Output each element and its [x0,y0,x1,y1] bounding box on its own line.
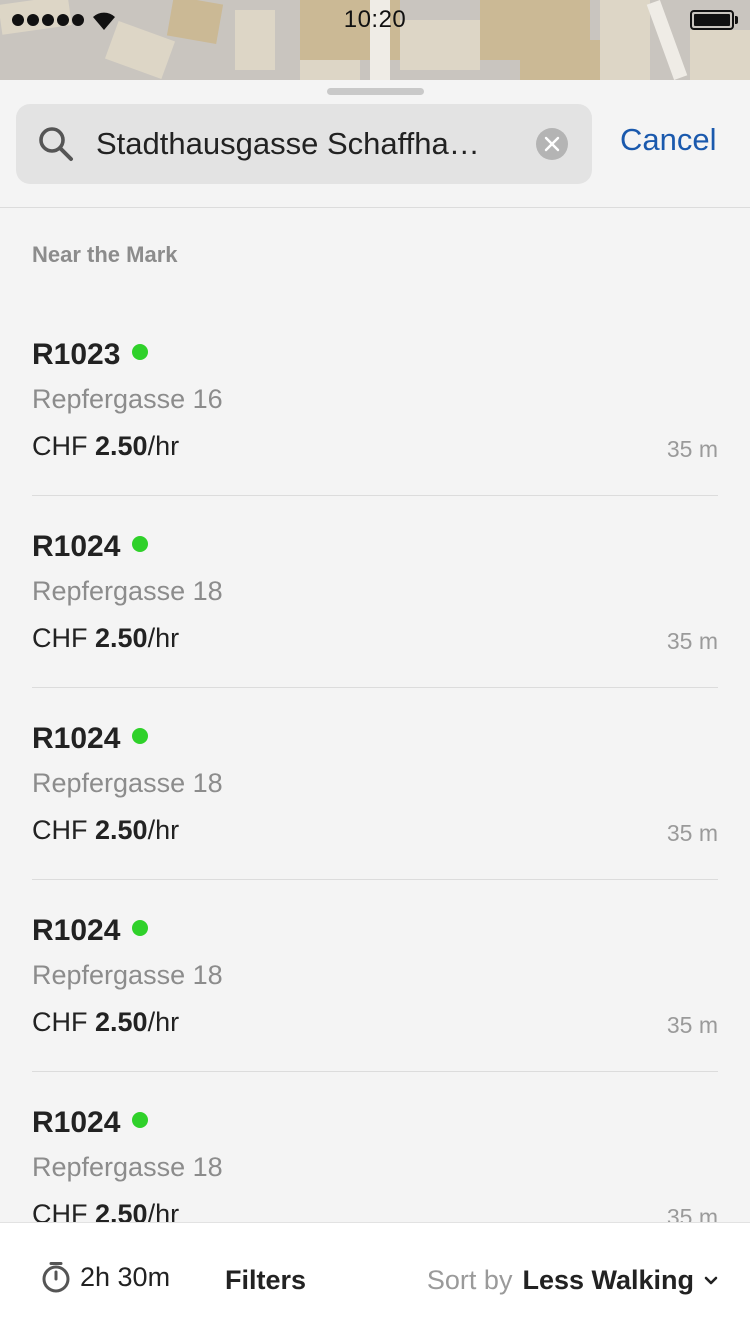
list-item[interactable]: R1024 Repfergasse 18 CHF 2.50/hr 35 m [32,880,718,1072]
availability-dot [132,728,149,744]
availability-dot [132,344,149,360]
price-rate: 2.50 [95,815,148,845]
divider [0,207,750,208]
spot-code: R1023 [32,338,121,371]
price-currency: CHF [32,431,88,461]
spot-price: CHF 2.50/hr [32,1007,179,1038]
spot-address: Repfergasse 18 [32,1152,223,1182]
sort-label: Sort by [426,1265,513,1295]
results-sheet: Cancel Near the Mark R1023 Repfergasse 1… [0,80,750,1334]
spot-price: CHF 2.50/hr [32,623,179,654]
price-currency: CHF [32,1199,88,1222]
duration-value: 2h 30m [80,1261,171,1292]
spot-price: CHF 2.50/hr [32,431,179,462]
filters-button[interactable]: Filters [225,1265,306,1296]
spot-price: CHF 2.50/hr [32,815,179,846]
duration-button[interactable]: 2h 30m [40,1261,170,1293]
spot-distance: 35 m [666,628,718,654]
clear-icon [544,136,560,152]
price-rate: 2.50 [95,431,148,461]
section-heading: Near the Mark [32,242,178,267]
spot-address: Repfergasse 18 [32,960,223,990]
cancel-button[interactable]: Cancel [620,122,717,158]
chevron-down-icon [704,1276,718,1284]
spot-distance: 35 m [666,820,718,846]
availability-dot [132,536,149,552]
spot-code-row: R1024 [32,722,149,756]
spot-code: R1024 [32,914,121,947]
sort-button[interactable]: Sort by Less Walking [427,1265,718,1296]
list-item[interactable]: R1023 Repfergasse 16 CHF 2.50/hr 35 m [32,304,718,496]
spot-price: CHF 2.50/hr [32,1199,179,1222]
availability-dot [132,920,149,936]
status-bar: 10:20 [0,0,750,40]
battery-icon [690,10,738,30]
sheet-grabber[interactable] [327,88,424,95]
spot-distance: 35 m [666,1204,718,1222]
stopwatch-icon [42,1262,70,1293]
price-rate: 2.50 [95,1199,148,1222]
sort-value: Less Walking [522,1265,694,1295]
list-item[interactable]: R1024 Repfergasse 18 CHF 2.50/hr 35 m [32,1072,718,1222]
price-unit: /hr [147,431,180,461]
search-input[interactable] [96,122,496,166]
results-list[interactable]: R1023 Repfergasse 16 CHF 2.50/hr 35 m R1… [0,304,750,1222]
price-rate: 2.50 [95,623,148,653]
spot-address: Repfergasse 18 [32,768,223,798]
bottom-toolbar: 2h 30m Filters Sort by Less Walking [0,1222,750,1334]
spot-code: R1024 [32,530,121,563]
price-unit: /hr [147,1199,180,1222]
spot-code-row: R1024 [32,530,149,564]
clear-search-button[interactable] [536,128,568,160]
price-unit: /hr [147,1007,180,1037]
spot-distance: 35 m [666,436,718,462]
spot-distance: 35 m [666,1012,718,1038]
signal-strength-icon [12,14,84,26]
search-bar[interactable] [16,104,592,184]
price-rate: 2.50 [95,1007,148,1037]
price-currency: CHF [32,1007,88,1037]
availability-dot [132,1112,149,1128]
spot-code-row: R1024 [32,914,149,948]
spot-code-row: R1023 [32,338,149,372]
spot-address: Repfergasse 16 [32,384,223,414]
price-unit: /hr [147,815,180,845]
price-unit: /hr [147,623,180,653]
spot-code: R1024 [32,722,121,755]
price-currency: CHF [32,623,88,653]
list-item[interactable]: R1024 Repfergasse 18 CHF 2.50/hr 35 m [32,496,718,688]
wifi-icon [90,9,118,36]
search-icon [39,127,73,161]
status-time: 10:20 [343,6,407,33]
price-currency: CHF [32,815,88,845]
spot-code: R1024 [32,1106,121,1139]
spot-address: Repfergasse 18 [32,576,223,606]
list-item[interactable]: R1024 Repfergasse 18 CHF 2.50/hr 35 m [32,688,718,880]
spot-code-row: R1024 [32,1106,149,1140]
